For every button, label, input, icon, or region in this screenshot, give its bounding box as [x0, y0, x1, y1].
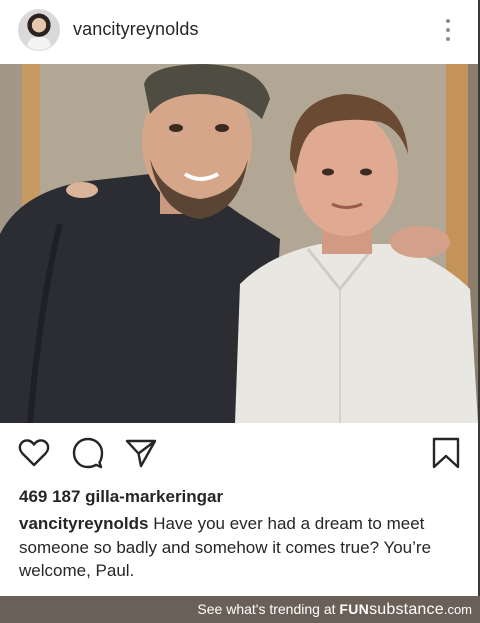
- post-photo[interactable]: [0, 64, 478, 423]
- more-vertical-icon[interactable]: [440, 16, 456, 44]
- likes-count[interactable]: 469 187 gilla-markeringar: [19, 487, 223, 507]
- watermark-text: See what's trending at FUNsubstance.com: [197, 601, 472, 619]
- watermark-prefix: See what's trending at: [197, 601, 336, 617]
- instagram-post: vancityreynolds 469 187 gilla-markeringa…: [0, 0, 478, 596]
- watermark-brand-fun: FUN: [339, 601, 370, 617]
- caption-username[interactable]: vancityreynolds: [19, 514, 148, 533]
- watermark-bar: See what's trending at FUNsubstance.com: [0, 596, 480, 623]
- post-username[interactable]: vancityreynolds: [73, 19, 199, 40]
- comment-icon[interactable]: [71, 436, 105, 470]
- heart-icon[interactable]: [17, 436, 51, 470]
- watermark-brand-domain: .com: [443, 602, 472, 617]
- send-icon[interactable]: [124, 436, 158, 470]
- post-actions: [0, 430, 478, 478]
- caption: vancityreynolds Have you ever had a drea…: [19, 512, 459, 583]
- bookmark-icon[interactable]: [429, 436, 463, 470]
- post-header: vancityreynolds: [0, 0, 478, 60]
- avatar[interactable]: [18, 9, 60, 51]
- watermark-brand-substance: substance: [369, 601, 444, 618]
